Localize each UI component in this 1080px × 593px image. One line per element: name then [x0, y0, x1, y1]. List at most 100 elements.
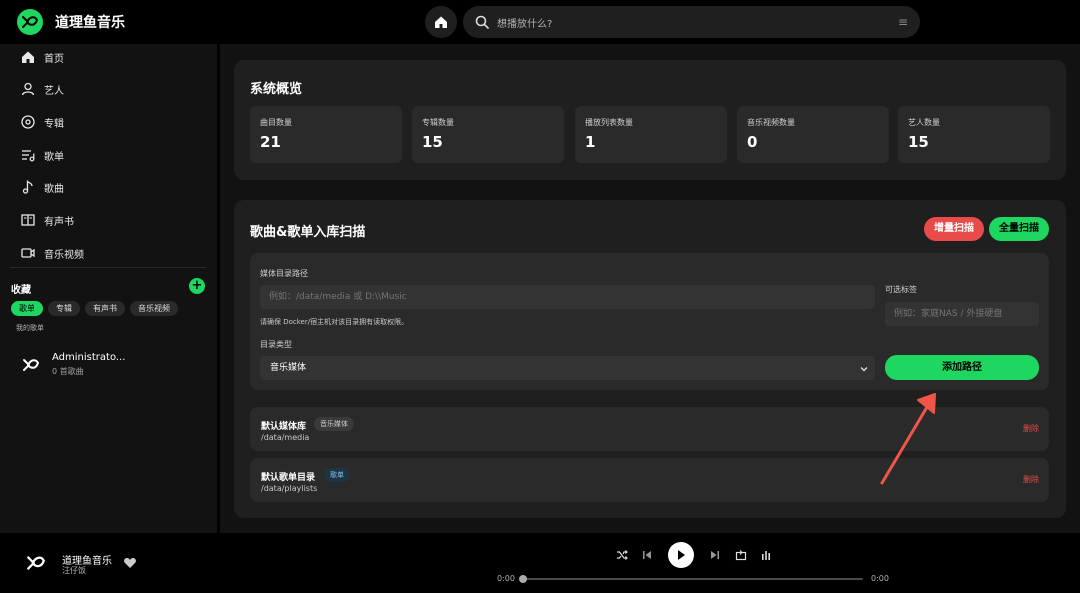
- scan-title: 歌曲&歌单入库扫描: [250, 225, 366, 240]
- play-icon: [678, 550, 685, 560]
- selected-type: 音乐媒体: [270, 363, 307, 373]
- path-hint: 请确保 Docker/宿主机对该目录拥有读取权限。: [260, 318, 409, 326]
- stat-value: 15: [422, 133, 443, 151]
- play-button[interactable]: [668, 542, 694, 568]
- sidebar-item-label: 音乐视频: [44, 249, 84, 261]
- path-label: 媒体目录路径: [260, 269, 308, 278]
- stat-card-music-videos: 音乐视频数量 0: [737, 106, 889, 163]
- directory-type-select[interactable]: 音乐媒体: [260, 356, 875, 380]
- playlist-logo-icon: [20, 354, 42, 376]
- add-path-button[interactable]: 添加路径: [885, 355, 1039, 380]
- music-note-icon: [20, 179, 36, 195]
- sidebar-item-playlists[interactable]: 歌单: [20, 145, 64, 165]
- sidebar-item-label: 歌曲: [44, 183, 64, 195]
- library-scan-card: 歌曲&歌单入库扫描 增量扫描 全量扫描 媒体目录路径 请确保 Docker/宿主…: [234, 200, 1066, 518]
- person-icon: [20, 81, 36, 97]
- progress-handle[interactable]: [519, 575, 527, 583]
- add-favorite-button[interactable]: +: [189, 278, 205, 294]
- stat-card-albums: 专辑数量 15: [412, 106, 564, 163]
- heart-icon[interactable]: [123, 556, 137, 570]
- home-button[interactable]: [425, 6, 457, 38]
- media-path-input[interactable]: [260, 285, 875, 309]
- sidebar: 首页 艺人 专辑 歌单 歌曲 有声书 音乐视频 收藏 + 歌单 专辑 有声书 音…: [0, 44, 217, 533]
- stat-value: 1: [585, 133, 596, 151]
- now-playing-cover-icon: [24, 551, 48, 575]
- stat-value: 15: [908, 133, 929, 151]
- stat-label: 曲目数量: [260, 118, 292, 127]
- my-playlists-label: 我的歌单: [16, 324, 44, 332]
- chevron-down-icon: [859, 363, 869, 377]
- favorites-title: 收藏: [11, 285, 31, 296]
- player-bar: 道理鱼音乐 汪仔饭 0:00 0:00: [0, 533, 1080, 593]
- video-icon: [20, 245, 36, 261]
- sidebar-item-artists[interactable]: 艺人: [20, 79, 64, 99]
- path-name: 默认媒体库: [261, 422, 307, 432]
- search-icon: [475, 15, 489, 29]
- path-row-playlists: 默认歌单目录 歌单 /data/playlists 删除: [250, 458, 1049, 502]
- sidebar-item-music-videos[interactable]: 音乐视频: [20, 243, 84, 263]
- sidebar-item-audiobooks[interactable]: 有声书: [20, 210, 74, 230]
- next-icon[interactable]: [708, 548, 722, 562]
- stat-card-playlists: 播放列表数量 1: [575, 106, 727, 163]
- path-value: /data/media: [261, 433, 310, 442]
- sidebar-divider: [10, 267, 206, 268]
- search-bar[interactable]: 想播放什么? ≡: [463, 6, 920, 38]
- stat-label: 播放列表数量: [585, 118, 633, 127]
- playlist-icon: [20, 147, 36, 163]
- book-icon: [20, 212, 36, 228]
- type-label: 目录类型: [260, 340, 292, 349]
- sidebar-item-label: 歌单: [44, 151, 64, 163]
- path-type-badge: 音乐媒体: [314, 417, 354, 431]
- path-type-badge: 歌单: [324, 468, 350, 482]
- stat-card-artists: 艺人数量 15: [898, 106, 1050, 163]
- sidebar-item-label: 有声书: [44, 216, 74, 228]
- progress-bar[interactable]: [522, 578, 863, 580]
- chip-audiobooks[interactable]: 有声书: [85, 301, 125, 316]
- stat-card-tracks: 曲目数量 21: [250, 106, 402, 163]
- tag-input[interactable]: [885, 302, 1039, 326]
- add-path-form: 媒体目录路径 请确保 Docker/宿主机对该目录拥有读取权限。 可选标签 目录…: [250, 253, 1049, 390]
- full-scan-button[interactable]: 全量扫描: [989, 217, 1049, 241]
- stat-label: 艺人数量: [908, 118, 940, 127]
- playlist-name: Administrato...: [52, 352, 126, 363]
- path-name: 默认歌单目录: [261, 473, 316, 483]
- repeat-icon[interactable]: [734, 548, 748, 562]
- incremental-scan-button[interactable]: 增量扫描: [924, 217, 984, 241]
- main-content: 系统概览 曲目数量 21 专辑数量 15 播放列表数量 1 音乐视频数量 0 艺…: [220, 44, 1080, 533]
- sidebar-item-albums[interactable]: 专辑: [20, 112, 64, 132]
- chip-albums[interactable]: 专辑: [48, 301, 80, 316]
- playlist-item[interactable]: Administrato... 0 首歌曲: [20, 352, 125, 377]
- sidebar-item-songs[interactable]: 歌曲: [20, 177, 64, 197]
- path-row-media: 默认媒体库 音乐媒体 /data/media 删除: [250, 407, 1049, 451]
- delete-path-button[interactable]: 删除: [1023, 474, 1039, 485]
- brand[interactable]: 道理鱼音乐: [17, 9, 125, 35]
- home-icon: [20, 49, 36, 65]
- tag-label: 可选标签: [885, 285, 917, 294]
- sidebar-item-label: 艺人: [44, 85, 64, 97]
- sidebar-item-home[interactable]: 首页: [20, 47, 64, 67]
- sidebar-item-label: 专辑: [44, 118, 64, 130]
- playlist-song-count: 0 首歌曲: [52, 367, 84, 376]
- delete-path-button[interactable]: 删除: [1023, 423, 1039, 434]
- overview-title: 系统概览: [250, 82, 303, 97]
- system-overview-card: 系统概览 曲目数量 21 专辑数量 15 播放列表数量 1 音乐视频数量 0 艺…: [234, 60, 1066, 180]
- duration: 0:00: [871, 574, 889, 583]
- shuffle-icon[interactable]: [615, 548, 629, 562]
- stat-label: 专辑数量: [422, 118, 454, 127]
- logo-icon: [17, 9, 43, 35]
- equalizer-icon[interactable]: [759, 548, 773, 562]
- stat-label: 音乐视频数量: [747, 118, 795, 127]
- now-playing-artist: 汪仔饭: [62, 566, 86, 575]
- chip-music-videos[interactable]: 音乐视频: [130, 301, 178, 316]
- path-value: /data/playlists: [261, 484, 318, 493]
- sidebar-item-label: 首页: [44, 53, 64, 65]
- top-bar: 道理鱼音乐 想播放什么? ≡: [0, 0, 1080, 44]
- current-time: 0:00: [497, 574, 515, 583]
- favorites-filter-chips: 歌单 专辑 有声书 音乐视频: [11, 301, 183, 316]
- chip-playlists[interactable]: 歌单: [11, 301, 43, 316]
- previous-icon[interactable]: [640, 548, 654, 562]
- plus-icon: +: [191, 278, 203, 293]
- stat-value: 21: [260, 133, 281, 151]
- search-input[interactable]: 想播放什么?: [497, 15, 898, 30]
- list-icon[interactable]: ≡: [898, 15, 908, 29]
